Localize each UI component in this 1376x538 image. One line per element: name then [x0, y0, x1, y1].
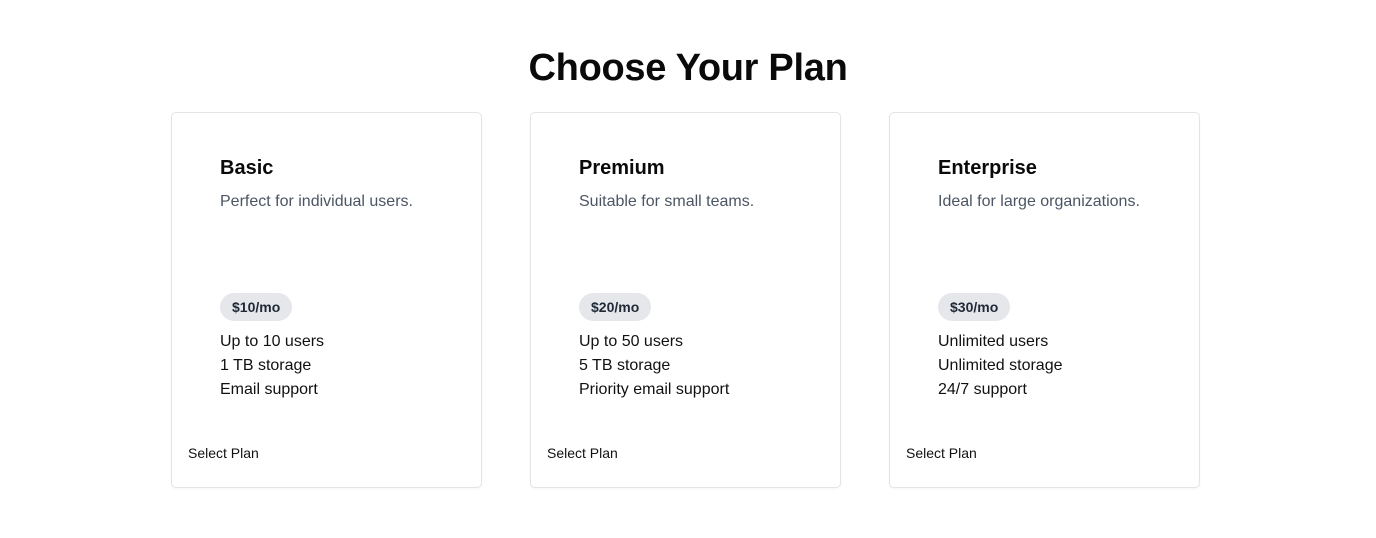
price-badge: $30/mo: [938, 293, 1011, 321]
plan-description: Perfect for individual users.: [220, 193, 413, 210]
feature-item: Unlimited storage: [938, 357, 1063, 374]
feature-list: Unlimited users Unlimited storage 24/7 s…: [938, 330, 1063, 402]
feature-item: Unlimited users: [938, 333, 1049, 350]
select-plan-button-premium[interactable]: Select Plan: [547, 443, 618, 463]
feature-item: 1 TB storage: [220, 357, 312, 374]
plan-name: Basic: [220, 157, 274, 179]
select-plan-button-enterprise[interactable]: Select Plan: [906, 443, 977, 463]
price-badge: $10/mo: [220, 293, 293, 321]
feature-item: 5 TB storage: [579, 357, 671, 374]
plan-description: Suitable for small teams.: [579, 193, 755, 210]
plan-description: Ideal for large organizations.: [938, 193, 1140, 210]
select-plan-button-basic[interactable]: Select Plan: [188, 443, 259, 463]
plan-card-basic: Basic Perfect for individual users. $10/…: [171, 112, 482, 488]
feature-item: Up to 50 users: [579, 333, 684, 350]
feature-item: Up to 10 users: [220, 333, 325, 350]
page-title: Choose Your Plan: [528, 47, 848, 89]
feature-list: Up to 10 users 1 TB storage Email suppor…: [220, 330, 324, 402]
feature-item: Priority email support: [579, 381, 730, 398]
plan-card-enterprise: Enterprise Ideal for large organizations…: [889, 112, 1200, 488]
plans-container: Basic Perfect for individual users. $10/…: [171, 112, 1200, 488]
plan-name: Premium: [579, 157, 665, 179]
plan-card-premium: Premium Suitable for small teams. $20/mo…: [530, 112, 841, 488]
feature-list: Up to 50 users 5 TB storage Priority ema…: [579, 330, 729, 402]
feature-item: Email support: [220, 381, 318, 398]
feature-item: 24/7 support: [938, 381, 1027, 398]
plan-name: Enterprise: [938, 157, 1037, 179]
price-badge: $20/mo: [579, 293, 652, 321]
